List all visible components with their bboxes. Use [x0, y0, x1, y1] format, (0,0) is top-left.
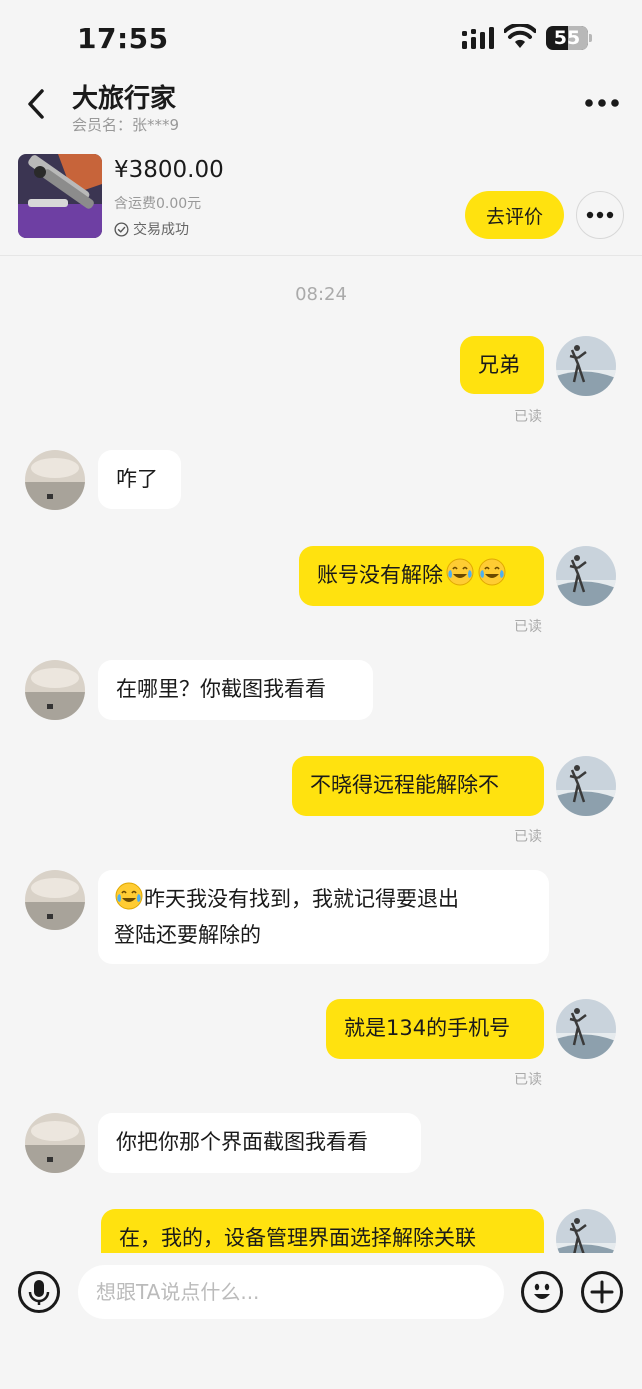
my-avatar[interactable] [556, 756, 616, 816]
message-input[interactable] [78, 1265, 504, 1319]
chat-header: 大旅行家 会员名：张***9 [0, 70, 642, 138]
product-thumbnail[interactable] [18, 154, 102, 238]
my-avatar[interactable] [556, 1209, 616, 1253]
more-icon[interactable] [584, 92, 620, 114]
message-bubble-me[interactable]: 账号没有解除 [299, 546, 544, 606]
other-avatar[interactable] [25, 450, 85, 510]
message-bubble-me[interactable]: 兄弟 [460, 336, 544, 394]
wifi-icon [504, 24, 536, 48]
message-bubble-other[interactable]: 在哪里？你截图我看看 [98, 660, 373, 720]
product-card[interactable]: ¥3800.00 含运费0.00元 交易成功 去评价 [0, 138, 642, 256]
product-more-button[interactable] [576, 191, 624, 239]
plus-icon [590, 1280, 614, 1304]
trade-status: 交易成功 [114, 219, 189, 239]
laugh-cry-emoji [478, 558, 506, 586]
message-bubble-me[interactable]: 在，我的，设备管理界面选择解除关联 [101, 1209, 544, 1253]
voice-button[interactable] [18, 1271, 60, 1313]
emoji-icon [534, 1283, 550, 1299]
laugh-cry-emoji [446, 558, 474, 586]
back-icon[interactable] [22, 86, 52, 122]
message-bubble-other[interactable]: 咋了 [98, 450, 181, 509]
message-bubble-me[interactable]: 不晓得远程能解除不 [292, 756, 544, 816]
read-receipt: 已读 [514, 619, 542, 635]
more-icon [586, 211, 614, 218]
signal-icon [462, 27, 494, 49]
message-bubble-other[interactable]: 你把你那个界面截图我看看 [98, 1113, 421, 1173]
read-receipt: 已读 [514, 829, 542, 845]
review-button[interactable]: 去评价 [465, 191, 564, 239]
status-bar: 17:55 55 [0, 0, 642, 70]
other-avatar[interactable] [25, 870, 85, 930]
status-time: 17:55 [77, 22, 169, 55]
laugh-cry-emoji [115, 882, 143, 910]
chat-screen: 17:55 55 大旅行家 会员名：张***9 ¥3800.00 含运费0.00… [0, 0, 642, 1389]
product-price: ¥3800.00 [114, 157, 224, 183]
message-bubble-me[interactable]: 就是134的手机号 [326, 999, 544, 1059]
read-receipt: 已读 [514, 409, 542, 425]
mic-icon [28, 1280, 50, 1305]
input-bar [0, 1253, 642, 1389]
shipping-fee: 含运费0.00元 [114, 196, 202, 212]
battery-icon: 55 [546, 26, 592, 50]
check-icon [114, 221, 129, 237]
my-avatar[interactable] [556, 546, 616, 606]
my-avatar[interactable] [556, 999, 616, 1059]
plus-button[interactable] [581, 1271, 623, 1313]
emoji-button[interactable] [521, 1271, 563, 1313]
message-bubble-other[interactable]: 昨天我没有找到，我就记得要退出 登陆还要解除的 [98, 870, 549, 964]
my-avatar[interactable] [556, 336, 616, 396]
trade-status-label: 交易成功 [133, 222, 189, 238]
read-receipt: 已读 [514, 1072, 542, 1088]
message-list[interactable]: 08:24 兄弟 已读 咋了 账号没有解除 已读 在哪里？你截图我看看 不晓得远… [0, 256, 642, 1253]
member-name: 会员名：张***9 [72, 116, 180, 134]
other-avatar[interactable] [25, 1113, 85, 1173]
battery-level: 55 [553, 27, 581, 49]
chat-timestamp: 08:24 [295, 284, 347, 305]
other-avatar[interactable] [25, 660, 85, 720]
page-title: 大旅行家 [72, 84, 177, 114]
